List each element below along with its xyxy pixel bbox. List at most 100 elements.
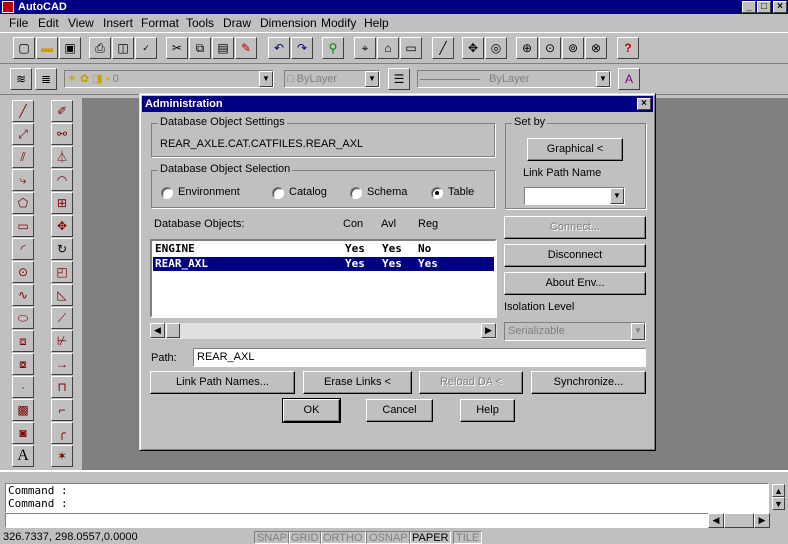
- break-icon[interactable]: ⊓: [51, 376, 73, 398]
- scroll-left-icon[interactable]: ◀: [708, 513, 724, 528]
- offset-icon[interactable]: ◠: [51, 169, 73, 191]
- chamfer-icon[interactable]: ⌐: [51, 399, 73, 421]
- scroll-thumb[interactable]: [166, 323, 180, 338]
- radio-schema[interactable]: [350, 187, 362, 199]
- ok-button[interactable]: OK: [282, 398, 341, 423]
- erase-icon[interactable]: ✐: [51, 100, 73, 122]
- autocad-app-icon[interactable]: [2, 1, 14, 13]
- extend-icon[interactable]: →: [51, 353, 73, 375]
- lengthen-icon[interactable]: ⟋: [51, 307, 73, 329]
- print-preview-icon[interactable]: ◫: [112, 37, 134, 59]
- radio-table[interactable]: [431, 187, 443, 199]
- close-button[interactable]: ×: [773, 1, 787, 13]
- radio-environment-label[interactable]: Environment: [178, 186, 240, 198]
- menu-modify[interactable]: Modify: [321, 16, 356, 30]
- explode-icon[interactable]: ✶: [51, 445, 73, 467]
- match-properties-icon[interactable]: ✎: [235, 37, 257, 59]
- line-icon[interactable]: ╱: [12, 100, 34, 122]
- save-icon[interactable]: ▣: [59, 37, 81, 59]
- scroll-thumb[interactable]: [724, 513, 754, 528]
- trim-icon[interactable]: ⊬: [51, 330, 73, 352]
- layer-dropdown[interactable]: ☀ ✿ ◨ ▫ 0 ▼: [64, 70, 274, 88]
- multiline-text-icon[interactable]: A: [12, 445, 34, 467]
- paste-icon[interactable]: ▤: [212, 37, 234, 59]
- disconnect-button[interactable]: Disconnect: [504, 244, 646, 267]
- menu-draw[interactable]: Draw: [223, 16, 251, 30]
- undo-icon[interactable]: ↶: [268, 37, 290, 59]
- print-icon[interactable]: ⎙: [89, 37, 111, 59]
- synchronize-button[interactable]: Synchronize...: [531, 371, 646, 394]
- menu-file[interactable]: File: [9, 16, 28, 30]
- cut-icon[interactable]: ✂: [166, 37, 188, 59]
- chevron-down-icon[interactable]: ▼: [610, 188, 624, 204]
- link-path-names-button[interactable]: Link Path Names...: [150, 371, 295, 394]
- make-block-icon[interactable]: ⧇: [12, 353, 34, 375]
- linetype-manager-icon[interactable]: ☰: [388, 68, 410, 90]
- list-horizontal-scrollbar[interactable]: ◀ ▶: [150, 323, 497, 339]
- scale-icon[interactable]: ◰: [51, 261, 73, 283]
- menu-insert[interactable]: Insert: [103, 16, 133, 30]
- table-row-selected[interactable]: REAR_AXL Yes Yes Yes: [152, 256, 495, 272]
- isolation-level-dropdown[interactable]: Serializable ▼: [504, 322, 646, 341]
- path-input[interactable]: REAR_AXL: [193, 348, 646, 367]
- copy-icon[interactable]: ⧉: [189, 37, 211, 59]
- mirror-icon[interactable]: ⏃: [51, 146, 73, 168]
- about-env-button[interactable]: About Env...: [504, 272, 646, 295]
- hyperlink-icon[interactable]: ⚲: [322, 37, 344, 59]
- insert-block-icon[interactable]: ⧈: [12, 330, 34, 352]
- circle-icon[interactable]: ⊙: [12, 261, 34, 283]
- menu-format[interactable]: Format: [141, 16, 179, 30]
- menu-edit[interactable]: Edit: [38, 16, 59, 30]
- inquiry-icon[interactable]: ▭: [400, 37, 422, 59]
- maximize-button[interactable]: □: [757, 1, 771, 13]
- polygon-icon[interactable]: ⬠: [12, 192, 34, 214]
- aerial-view-icon[interactable]: ⊗: [585, 37, 607, 59]
- grid-toggle[interactable]: GRID: [288, 531, 322, 544]
- rotate-icon[interactable]: ↻: [51, 238, 73, 260]
- menu-dimension[interactable]: Dimension: [260, 16, 317, 30]
- scroll-down-icon[interactable]: ▼: [772, 497, 785, 510]
- redo-icon[interactable]: ↷: [291, 37, 313, 59]
- radio-schema-label[interactable]: Schema: [367, 186, 407, 198]
- menu-tools[interactable]: Tools: [186, 16, 214, 30]
- menu-help[interactable]: Help: [364, 16, 389, 30]
- table-row[interactable]: ENGINE Yes Yes No: [153, 242, 494, 256]
- radio-environment[interactable]: [161, 187, 173, 199]
- array-icon[interactable]: ⊞: [51, 192, 73, 214]
- db-objects-list[interactable]: ENGINE Yes Yes No REAR_AXL Yes Yes Yes: [150, 239, 497, 318]
- pan-icon[interactable]: ✥: [462, 37, 484, 59]
- erase-links-button[interactable]: Erase Links <: [303, 371, 412, 394]
- scroll-up-icon[interactable]: ▲: [772, 484, 785, 497]
- make-current-icon[interactable]: ≣: [35, 68, 57, 90]
- command-history[interactable]: Command : Command :: [5, 483, 769, 513]
- hatch-icon[interactable]: ▩: [12, 399, 34, 421]
- move-icon[interactable]: ✥: [51, 215, 73, 237]
- command-input[interactable]: [5, 513, 769, 528]
- zoom-window-icon[interactable]: ⊕: [516, 37, 538, 59]
- region-icon[interactable]: ◙: [12, 422, 34, 444]
- minimize-button[interactable]: _: [742, 1, 756, 13]
- zoom-realtime-icon[interactable]: ◎: [485, 37, 507, 59]
- text-style-icon[interactable]: A: [618, 68, 640, 90]
- tile-toggle[interactable]: TILE: [453, 531, 483, 544]
- layers-icon[interactable]: ≋: [10, 68, 32, 90]
- linetype-dropdown[interactable]: ByLayer ▼: [417, 70, 611, 88]
- graphical-button[interactable]: Graphical <: [527, 138, 623, 161]
- copy-object-icon[interactable]: ⚯: [51, 123, 73, 145]
- link-path-name-dropdown[interactable]: ▼: [524, 187, 625, 205]
- menu-view[interactable]: View: [68, 16, 94, 30]
- radio-table-label[interactable]: Table: [448, 186, 474, 198]
- point-icon[interactable]: ·: [12, 376, 34, 398]
- spline-icon[interactable]: ∿: [12, 284, 34, 306]
- radio-catalog-label[interactable]: Catalog: [289, 186, 327, 198]
- rectangle-icon[interactable]: ▭: [12, 215, 34, 237]
- scroll-left-icon[interactable]: ◀: [150, 323, 165, 338]
- fillet-icon[interactable]: ╭: [51, 422, 73, 444]
- polyline-icon[interactable]: ⤷: [12, 169, 34, 191]
- chevron-down-icon[interactable]: ▼: [596, 71, 610, 87]
- radio-catalog[interactable]: [272, 187, 284, 199]
- scroll-right-icon[interactable]: ▶: [754, 513, 770, 528]
- stretch-icon[interactable]: ◺: [51, 284, 73, 306]
- reload-da-button[interactable]: Reload DA <: [419, 371, 523, 394]
- cancel-button[interactable]: Cancel: [366, 399, 433, 422]
